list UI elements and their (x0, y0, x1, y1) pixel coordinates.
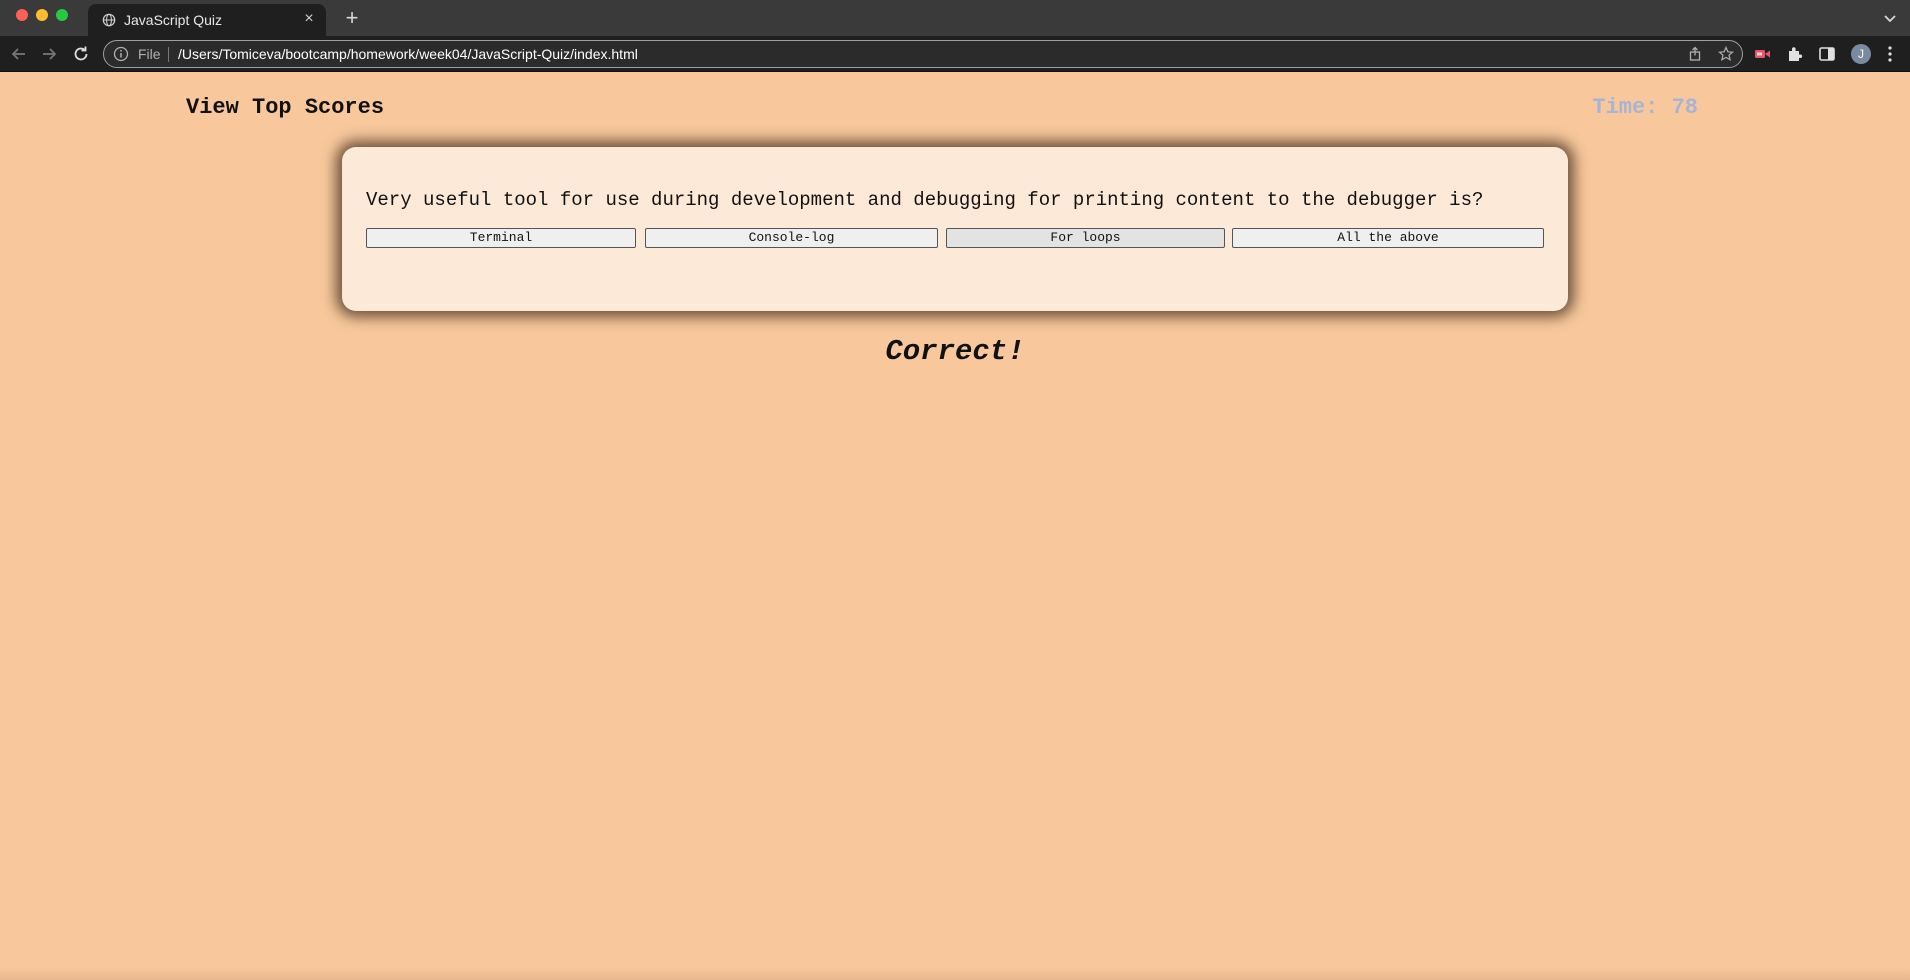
minimize-window-button[interactable] (36, 9, 48, 21)
page-viewport: View Top Scores Time: 78 Very useful too… (0, 73, 1910, 980)
forward-button[interactable] (38, 43, 60, 65)
answer-button-console-log[interactable]: Console-log (645, 228, 938, 248)
puzzle-extensions-icon[interactable] (1786, 45, 1804, 63)
globe-icon (102, 13, 116, 27)
timer-label: Time: (1592, 95, 1659, 120)
answer-button-terminal[interactable]: Terminal (366, 228, 636, 248)
question-text: Very useful tool for use during developm… (366, 189, 1484, 211)
profile-avatar[interactable]: J (1851, 44, 1871, 64)
maximize-window-button[interactable] (56, 9, 68, 21)
bottom-edge-shadow (0, 968, 1910, 980)
answer-button-all-the-above[interactable]: All the above (1232, 228, 1544, 248)
tab-close-icon[interactable]: × (300, 10, 318, 28)
more-options-icon[interactable] (1886, 44, 1894, 64)
scheme-divider (168, 47, 169, 62)
browser-toolbar: File /Users/Tomiceva/bootcamp/homework/w… (0, 36, 1910, 72)
answer-feedback: Correct! (885, 335, 1025, 368)
video-extension-icon[interactable] (1754, 45, 1772, 63)
close-window-button[interactable] (16, 9, 28, 21)
timer: Time: 78 (1592, 95, 1698, 120)
view-top-scores-link[interactable]: View Top Scores (186, 95, 384, 120)
reload-button[interactable] (70, 43, 92, 65)
url-text[interactable]: /Users/Tomiceva/bootcamp/homework/week04… (178, 46, 638, 62)
new-tab-button[interactable]: + (340, 6, 364, 30)
arrow-right-icon (43, 48, 57, 60)
answer-button-for-loops[interactable]: For loops (946, 228, 1225, 248)
tab-title: JavaScript Quiz (124, 12, 223, 28)
share-icon[interactable] (1687, 46, 1703, 62)
browser-tab-strip: JavaScript Quiz × + (0, 0, 1910, 36)
bookmark-star-icon[interactable] (1718, 46, 1734, 62)
side-panel-icon[interactable] (1818, 45, 1836, 63)
back-button[interactable] (8, 43, 30, 65)
tab-search-chevron-icon[interactable] (1882, 10, 1898, 26)
quiz-card: Very useful tool for use during developm… (342, 147, 1568, 311)
info-icon[interactable] (113, 46, 129, 62)
scheme-label: File (138, 46, 161, 62)
address-bar[interactable]: File /Users/Tomiceva/bootcamp/homework/w… (103, 40, 1743, 68)
browser-tab-active[interactable]: JavaScript Quiz × (88, 4, 326, 36)
reload-icon (74, 46, 88, 61)
timer-value: 78 (1671, 95, 1698, 120)
arrow-left-icon (11, 48, 25, 60)
